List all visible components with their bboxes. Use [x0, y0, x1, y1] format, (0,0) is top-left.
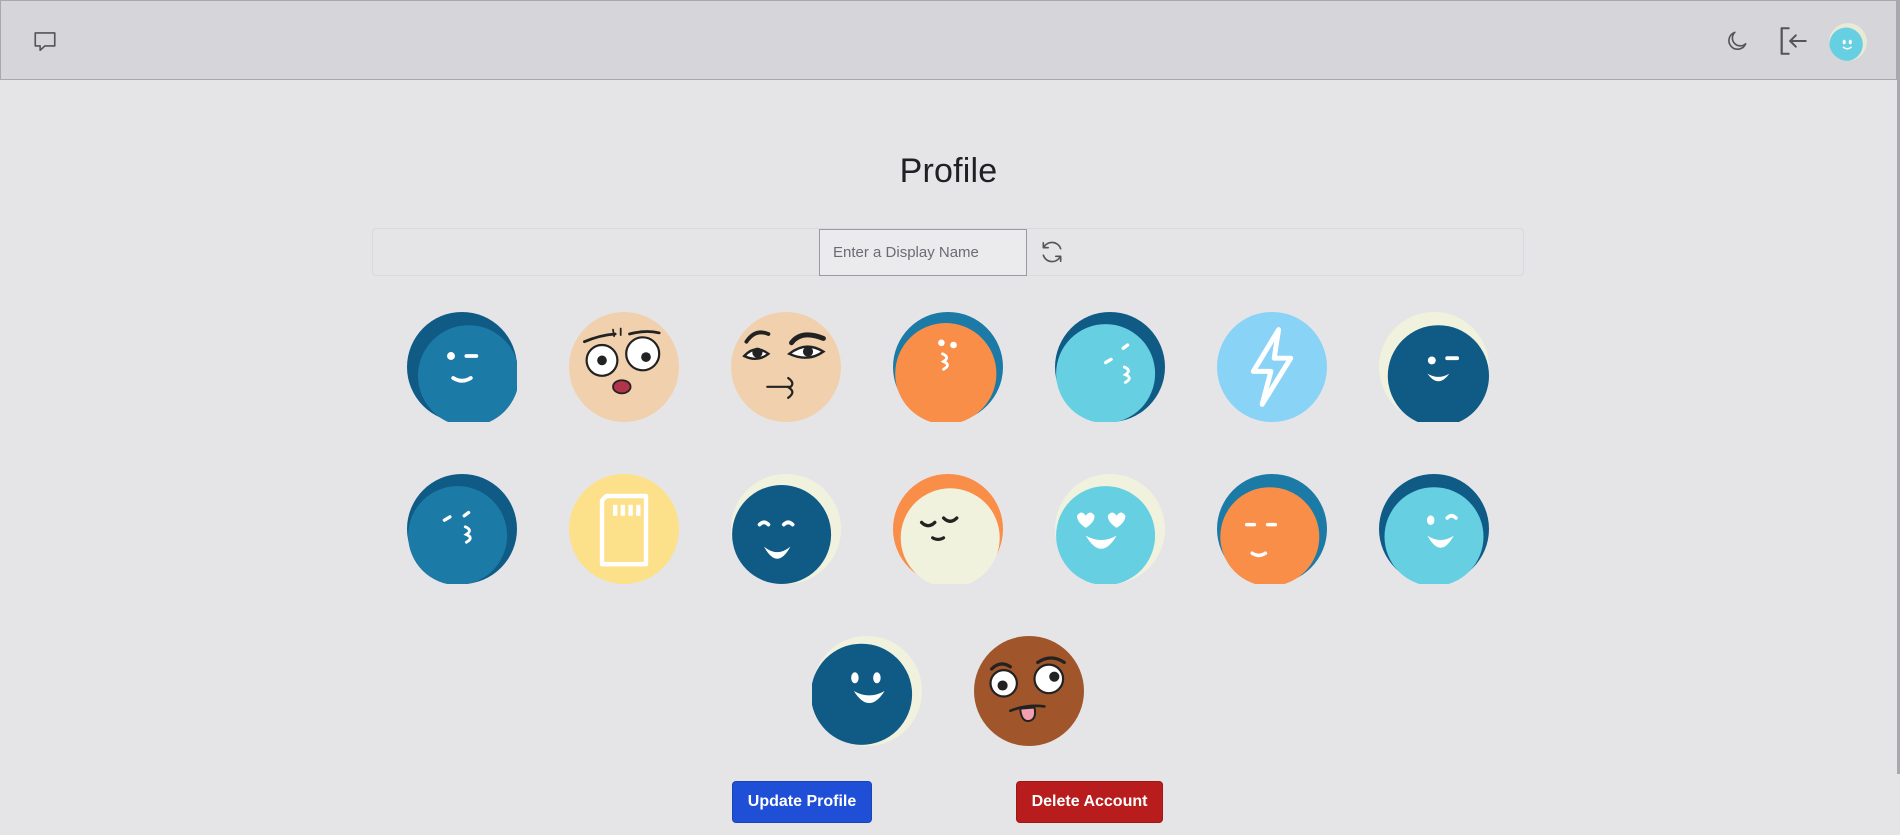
avatar-cyan-kiss[interactable]: [1055, 312, 1165, 422]
avatar-orange-kiss[interactable]: [893, 312, 1003, 422]
avatar-tan-worried[interactable]: [569, 312, 679, 422]
page-title: Profile: [899, 152, 998, 190]
avatar-cyan-heart-eyes[interactable]: [1055, 474, 1165, 584]
avatar-navy-smile[interactable]: [812, 636, 922, 746]
top-navbar: [0, 0, 1897, 80]
refresh-icon[interactable]: [1036, 236, 1068, 268]
avatar-tan-smirk[interactable]: [731, 312, 841, 422]
display-name-input[interactable]: [819, 229, 1027, 276]
delete-account-button[interactable]: Delete Account: [1016, 781, 1163, 823]
chat-bubble-icon[interactable]: [27, 23, 63, 59]
moon-icon[interactable]: [1717, 21, 1757, 61]
avatar-cream-content[interactable]: [893, 474, 1003, 584]
avatar-sd-card[interactable]: [569, 474, 679, 584]
logout-icon[interactable]: [1771, 19, 1815, 63]
avatar-cyan-grin[interactable]: [1379, 474, 1489, 584]
update-profile-button[interactable]: Update Profile: [732, 781, 872, 823]
avatar-lightning-bolt[interactable]: [1217, 312, 1327, 422]
user-avatar[interactable]: [1829, 23, 1867, 61]
avatar-navy-grin[interactable]: [731, 474, 841, 584]
avatar-brown-tongue[interactable]: [974, 636, 1084, 746]
avatar-orange-smile[interactable]: [1217, 474, 1327, 584]
avatar-teal-kiss[interactable]: [407, 474, 517, 584]
avatar-navy-wink[interactable]: [1379, 312, 1489, 422]
avatar-teal-wink[interactable]: [407, 312, 517, 422]
